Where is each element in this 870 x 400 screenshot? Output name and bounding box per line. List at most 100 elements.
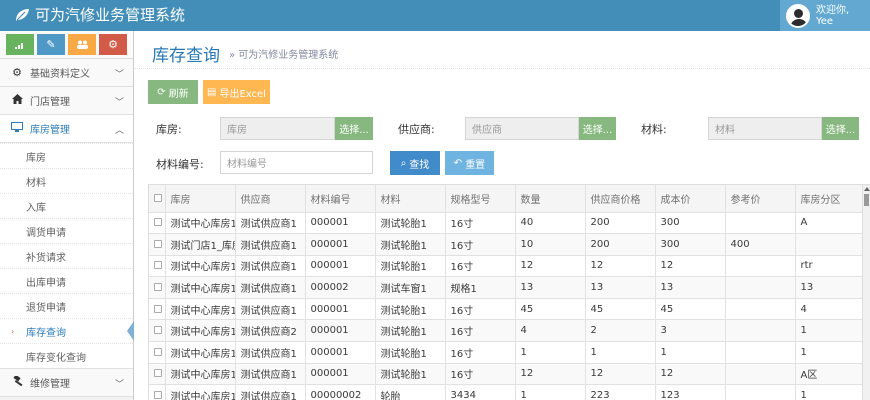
user-name: Yee [816, 15, 834, 27]
sidebar-item-store[interactable]: 门店管理 ﹀ [0, 87, 133, 115]
table-cell: 12 [655, 363, 726, 386]
col-header[interactable]: 规格型号 [445, 185, 516, 213]
table-row[interactable]: 测试中心库房1 测试供应商1 00000002 轮胎 3434 1 223 123 1 [149, 384, 866, 400]
row-checkbox[interactable] [149, 341, 166, 364]
table-cell: 000001 [305, 341, 376, 364]
supplier-input[interactable]: 供应商 [465, 117, 579, 140]
user-greeting: 欢迎你, [816, 4, 850, 16]
row-checkbox[interactable] [149, 233, 166, 256]
pencil-icon[interactable]: ✎ [37, 34, 65, 55]
search-icon: ⌕ [400, 157, 407, 169]
sidebar-subitem-warehouse[interactable]: 库房 [0, 143, 133, 168]
col-header[interactable]: 成本价 [655, 185, 726, 213]
scroll-up-icon[interactable] [864, 187, 870, 191]
sidebar-subitem-stock-query[interactable]: › 库存查询 [0, 318, 134, 343]
signal-icon[interactable] [6, 34, 34, 55]
table-row[interactable]: 测试中心库房1 测试供应商1 000001 测试轮胎1 16寸 12 12 12 rtr [149, 255, 866, 278]
sidebar-subitem-return[interactable]: 退货申请 [0, 293, 133, 318]
table-cell: 1 [655, 341, 726, 364]
table-cell: 2 [585, 319, 656, 343]
sidebar-subitem-transfer[interactable]: 调货申请 [0, 218, 133, 243]
material-code-input[interactable]: 材料编号 [220, 151, 373, 174]
sidebar-subitem-material[interactable]: 材料 [0, 168, 133, 193]
col-header[interactable]: 参考价 [725, 185, 796, 213]
table-cell: 轮胎 [375, 384, 446, 400]
table-cell: 测试供应商1 [235, 384, 306, 400]
user-menu[interactable]: 欢迎你, Yee [780, 0, 870, 31]
scroll-thumb[interactable] [864, 194, 869, 206]
table-cell: 1 [795, 384, 866, 400]
table-row[interactable]: 测试中心库房1 测试供应商1 000001 测试轮胎1 16寸 40 200 300 A [149, 212, 866, 235]
warehouse-input[interactable]: 库房 [220, 117, 335, 140]
table-cell: 测试中心库房1 [165, 384, 236, 400]
table-cell: 测试门店1_库房 [165, 233, 236, 256]
search-button[interactable]: ⌕ 查找 [390, 151, 440, 175]
row-checkbox[interactable] [149, 384, 166, 400]
table-cell: 300 [655, 233, 726, 256]
table-cell [795, 233, 866, 256]
table-row[interactable]: 测试中心库房1 测试供应商1 000001 测试轮胎1 16寸 12 12 12 A区 [149, 363, 866, 386]
sidebar-item-warehouse[interactable]: 库房管理 ︿ [0, 115, 133, 143]
table-cell: 规格1 [445, 276, 516, 299]
home-icon [10, 94, 24, 107]
table-cell: 测试供应商2 [235, 319, 306, 343]
row-checkbox[interactable] [149, 276, 166, 299]
table-cell: 45 [515, 298, 586, 321]
table-scrollbar[interactable] [862, 185, 870, 400]
select-all-checkbox[interactable] [149, 185, 166, 213]
sidebar-item-repair[interactable]: 维修管理 ﹀ [0, 369, 133, 397]
table-row[interactable]: 测试门店1_库房 测试供应商1 000001 测试轮胎1 16寸 10 200 300 400 [149, 233, 866, 256]
supplier-pick-button[interactable]: 选择... [579, 117, 616, 140]
stock-table: 库房 供应商 材料编号 材料 规格型号 数量 供应商价格 成本价 参考价 库房分… [148, 184, 870, 400]
table-row[interactable]: 测试中心库房1 测试供应商2 000001 测试轮胎1 16寸 4 2 3 1 [149, 319, 866, 343]
table-cell: 1 [515, 341, 586, 364]
row-checkbox[interactable] [149, 255, 166, 278]
table-cell: 测试中心库房1 [165, 212, 236, 235]
table-row[interactable]: 测试中心库房1 测试供应商1 000001 测试轮胎1 16寸 1 1 1 1 [149, 341, 866, 364]
cogs-icon[interactable]: ⚙ [99, 34, 127, 55]
gavel-icon [10, 374, 24, 390]
col-header[interactable]: 数量 [515, 185, 586, 213]
table-cell: 16寸 [445, 298, 516, 321]
table-cell: 测试轮胎1 [375, 212, 446, 235]
export-excel-button[interactable]: ▤ 导出Excel [203, 80, 270, 104]
col-header[interactable]: 库房 [165, 185, 236, 213]
table-cell: 3 [655, 319, 726, 343]
table-cell: 测试车窗1 [375, 276, 446, 299]
table-cell: rtr [795, 255, 866, 278]
page-title: 库存查询 [152, 46, 220, 66]
table-row[interactable]: 测试中心库房1 测试供应商1 000002 测试车窗1 规格1 13 13 13 13 [149, 276, 866, 299]
sidebar-subitem-stock-change[interactable]: 库存变化查询 [0, 343, 133, 368]
sidebar: ✎ ⚙ ⚙ 基础资料定义 ﹀ 门店管理 ﹀ 库房管理 ︿ 库房 材料 入库 调货… [0, 31, 134, 400]
sidebar-subitem-replenish[interactable]: 补货请求 [0, 243, 133, 268]
table-row[interactable]: 测试中心库房1 测试供应商1 000001 测试轮胎1 16寸 45 45 45 4 [149, 298, 866, 321]
material-pick-button[interactable]: 选择... [822, 117, 859, 140]
sidebar-subitem-inbound[interactable]: 入库 [0, 193, 133, 218]
col-header[interactable]: 材料编号 [305, 185, 376, 213]
table-cell: 1 [795, 319, 866, 343]
table-cell: 3434 [445, 384, 516, 400]
top-navbar: 可为汽修业务管理系统 欢迎你, Yee [0, 0, 870, 31]
col-header[interactable]: 供应商 [235, 185, 306, 213]
table-cell: 13 [795, 276, 866, 299]
warehouse-pick-button[interactable]: 选择... [335, 117, 373, 140]
sidebar-item-basic[interactable]: ⚙ 基础资料定义 ﹀ [0, 59, 133, 87]
brand[interactable]: 可为汽修业务管理系统 [14, 6, 185, 24]
material-input[interactable]: 材料 [708, 117, 822, 140]
users-icon[interactable] [68, 34, 96, 55]
row-checkbox[interactable] [149, 298, 166, 321]
col-header[interactable]: 材料 [375, 185, 446, 213]
table-cell: 223 [585, 384, 656, 400]
table-cell: 16寸 [445, 319, 516, 343]
col-header[interactable]: 库房分区 [795, 185, 866, 213]
table-cell [725, 341, 796, 364]
table-cell: 000001 [305, 212, 376, 235]
sidebar-subitem-outbound[interactable]: 出库申请 [0, 268, 133, 293]
reset-button[interactable]: ↶ 重置 [445, 151, 494, 175]
row-checkbox[interactable] [149, 363, 166, 386]
row-checkbox[interactable] [149, 212, 166, 235]
refresh-button[interactable]: ⟳ 刷新 [148, 80, 198, 104]
row-checkbox[interactable] [149, 319, 166, 343]
table-cell: 测试轮胎1 [375, 298, 446, 321]
col-header[interactable]: 供应商价格 [585, 185, 656, 213]
